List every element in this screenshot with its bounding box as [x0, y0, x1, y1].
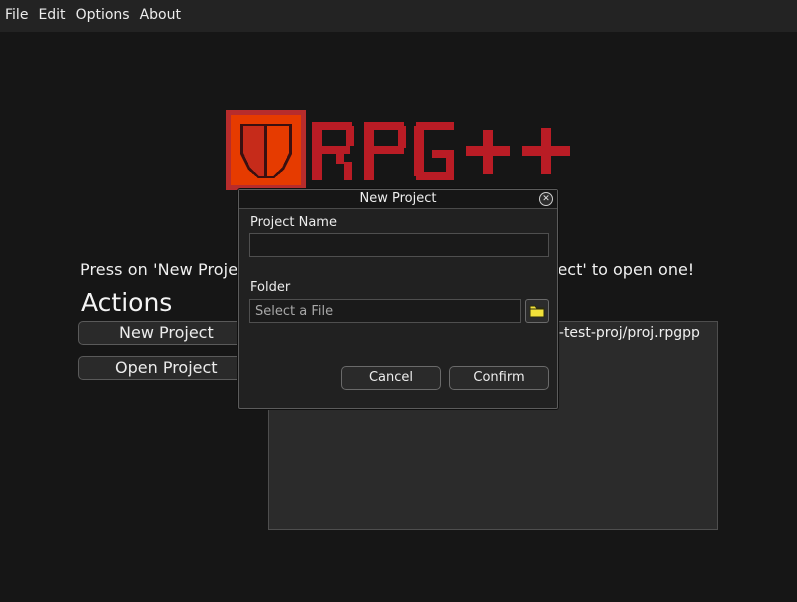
menu-options[interactable]: Options: [71, 0, 135, 32]
dialog-body: Project Name Folder Cancel Confirm: [240, 210, 556, 408]
app-logo: [226, 110, 576, 190]
dialog-title: New Project: [359, 191, 437, 206]
new-project-button[interactable]: New Project: [78, 321, 258, 345]
confirm-button[interactable]: Confirm: [449, 366, 549, 390]
project-name-input[interactable]: [249, 233, 549, 257]
close-icon[interactable]: ✕: [539, 192, 553, 206]
folder-input[interactable]: [249, 299, 521, 323]
app-window: File Edit Options About Press on 'New Pr…: [0, 0, 797, 602]
actions-heading: Actions: [81, 288, 173, 317]
cancel-button[interactable]: Cancel: [341, 366, 441, 390]
folder-label: Folder: [250, 280, 291, 295]
rpg-logo-icon: [226, 110, 570, 190]
new-project-dialog: New Project ✕ Project Name Folder Cancel…: [238, 189, 558, 409]
open-project-button[interactable]: Open Project: [78, 356, 258, 380]
project-name-label: Project Name: [250, 215, 337, 230]
instruction-text-right: roject' to open one!: [537, 260, 695, 279]
browse-folder-button[interactable]: [525, 299, 549, 323]
menu-about[interactable]: About: [135, 0, 186, 32]
recent-project-item[interactable]: p-test-proj/proj.rpgpp: [550, 325, 700, 341]
menu-edit[interactable]: Edit: [33, 0, 70, 32]
menu-file[interactable]: File: [0, 0, 33, 32]
dialog-titlebar[interactable]: New Project ✕: [239, 190, 557, 209]
folder-icon: [529, 305, 545, 318]
menu-bar: File Edit Options About: [0, 0, 797, 32]
